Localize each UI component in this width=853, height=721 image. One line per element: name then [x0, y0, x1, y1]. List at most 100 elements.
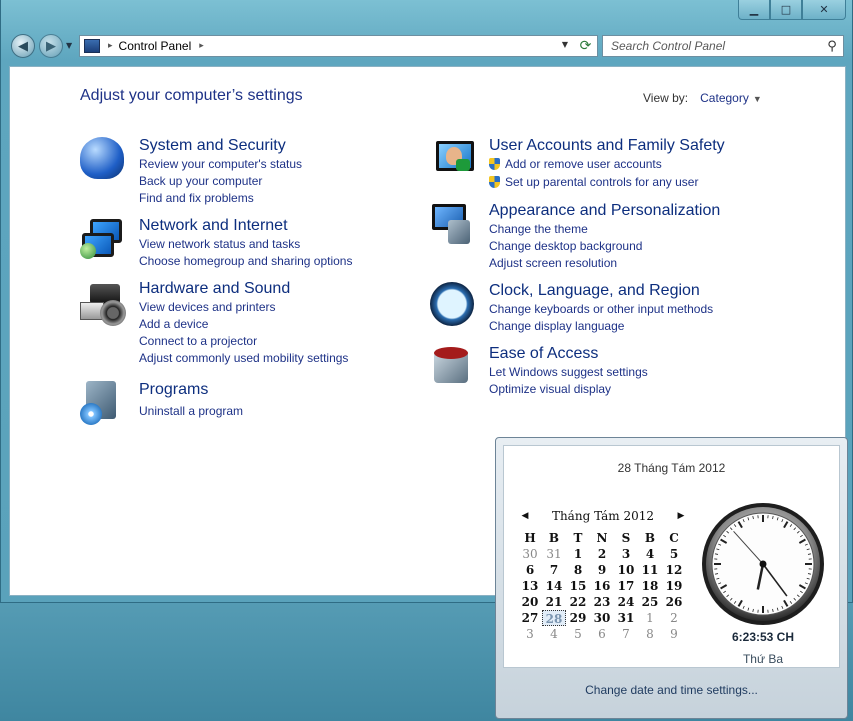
- view-by-value[interactable]: Category: [700, 91, 749, 105]
- category-title[interactable]: Programs: [139, 381, 243, 399]
- calendar-day[interactable]: 11: [638, 562, 662, 578]
- category-title[interactable]: User Accounts and Family Safety: [489, 137, 725, 155]
- network-icon[interactable]: [80, 217, 130, 267]
- category-title[interactable]: Clock, Language, and Region: [489, 282, 713, 300]
- calendar-day[interactable]: 27: [518, 610, 542, 626]
- calendar-day[interactable]: 2: [590, 546, 614, 562]
- calendar-day[interactable]: 9: [590, 562, 614, 578]
- close-button[interactable]: ✕: [802, 0, 846, 20]
- hardware-sound-icon[interactable]: [80, 280, 130, 330]
- calendar-day[interactable]: 18: [638, 578, 662, 594]
- link-mobility[interactable]: Adjust commonly used mobility settings: [139, 350, 348, 367]
- calendar-day[interactable]: 14: [542, 578, 566, 594]
- calendar-day[interactable]: 21: [542, 594, 566, 610]
- link-add-device[interactable]: Add a device: [139, 316, 348, 333]
- calendar-day[interactable]: 6: [518, 562, 542, 578]
- link-backup[interactable]: Back up your computer: [139, 173, 302, 190]
- appearance-icon[interactable]: [430, 202, 480, 252]
- maximize-button[interactable]: □: [770, 0, 802, 20]
- calendar-day[interactable]: 24: [614, 594, 638, 610]
- change-date-time-link[interactable]: Change date and time settings...: [496, 683, 847, 697]
- calendar-day[interactable]: 12: [662, 562, 686, 578]
- calendar-day[interactable]: 31: [542, 546, 566, 562]
- calendar-day[interactable]: 17: [614, 578, 638, 594]
- calendar-day[interactable]: 10: [614, 562, 638, 578]
- link-suggest-settings[interactable]: Let Windows suggest settings: [489, 364, 648, 381]
- next-month-icon[interactable]: ▶: [674, 511, 688, 521]
- calendar-day[interactable]: 5: [662, 546, 686, 562]
- recent-pages-dropdown-icon[interactable]: ▼: [66, 41, 72, 50]
- long-date[interactable]: 28 Tháng Tám 2012: [504, 461, 839, 475]
- calendar-month-label[interactable]: Tháng Tám 2012: [552, 509, 654, 523]
- back-button[interactable]: ◀: [11, 34, 35, 58]
- calendar-day[interactable]: 29: [566, 610, 590, 626]
- calendar-day[interactable]: 22: [566, 594, 590, 610]
- calendar-day[interactable]: 1: [638, 610, 662, 626]
- forward-button[interactable]: ▶: [39, 34, 63, 58]
- breadcrumb-chevron-icon[interactable]: ▸: [108, 41, 113, 51]
- ease-of-access-icon[interactable]: [430, 345, 480, 395]
- link-desktop-background[interactable]: Change desktop background: [489, 238, 720, 255]
- category-appearance: Appearance and Personalization Change th…: [430, 202, 720, 272]
- link-change-theme[interactable]: Change the theme: [489, 221, 720, 238]
- user-accounts-icon[interactable]: [430, 137, 480, 187]
- category-title[interactable]: Ease of Access: [489, 345, 648, 363]
- calendar-day[interactable]: 4: [638, 546, 662, 562]
- calendar-day[interactable]: 7: [542, 562, 566, 578]
- link-add-remove-users[interactable]: Add or remove user accounts: [489, 156, 725, 173]
- category-title[interactable]: System and Security: [139, 137, 302, 155]
- calendar-day[interactable]: 30: [590, 610, 614, 626]
- link-devices-printers[interactable]: View devices and printers: [139, 299, 348, 316]
- category-title[interactable]: Network and Internet: [139, 217, 352, 235]
- calendar-day[interactable]: 20: [518, 594, 542, 610]
- calendar-day[interactable]: 6: [590, 626, 614, 642]
- calendar-day[interactable]: 3: [518, 626, 542, 642]
- search-icon[interactable]: ⚲: [821, 39, 843, 54]
- view-by-dropdown[interactable]: Category ▼: [700, 91, 762, 105]
- calendar-day[interactable]: 28: [542, 610, 566, 626]
- calendar-day[interactable]: 26: [662, 594, 686, 610]
- breadcrumb-chevron-icon[interactable]: ▸: [199, 41, 204, 51]
- calendar-day[interactable]: 5: [566, 626, 590, 642]
- calendar-day[interactable]: 2: [662, 610, 686, 626]
- address-dropdown-icon[interactable]: ▼: [562, 40, 568, 49]
- link-screen-resolution[interactable]: Adjust screen resolution: [489, 255, 720, 272]
- link-display-language[interactable]: Change display language: [489, 318, 713, 335]
- programs-icon[interactable]: [80, 381, 130, 431]
- category-title[interactable]: Appearance and Personalization: [489, 202, 720, 220]
- link-optimize-display[interactable]: Optimize visual display: [489, 381, 648, 398]
- link-review-status[interactable]: Review your computer's status: [139, 156, 302, 173]
- minimize-button[interactable]: ▁: [738, 0, 770, 20]
- calendar-day[interactable]: 8: [638, 626, 662, 642]
- calendar-day[interactable]: 9: [662, 626, 686, 642]
- refresh-button[interactable]: ⟳: [574, 35, 598, 57]
- calendar-day[interactable]: 13: [518, 578, 542, 594]
- calendar-day[interactable]: 1: [566, 546, 590, 562]
- breadcrumb-control-panel[interactable]: Control Panel: [119, 39, 192, 53]
- link-projector[interactable]: Connect to a projector: [139, 333, 348, 350]
- calendar-day[interactable]: 25: [638, 594, 662, 610]
- calendar-day[interactable]: 8: [566, 562, 590, 578]
- category-title[interactable]: Hardware and Sound: [139, 280, 348, 298]
- system-security-icon[interactable]: [80, 137, 130, 187]
- link-homegroup[interactable]: Choose homegroup and sharing options: [139, 253, 352, 270]
- calendar-day[interactable]: 23: [590, 594, 614, 610]
- address-bar[interactable]: ▸ Control Panel ▸ ▼: [79, 35, 579, 57]
- link-uninstall[interactable]: Uninstall a program: [139, 403, 243, 420]
- chevron-down-icon[interactable]: ▼: [753, 94, 762, 104]
- calendar-day[interactable]: 19: [662, 578, 686, 594]
- link-network-status[interactable]: View network status and tasks: [139, 236, 352, 253]
- calendar-day[interactable]: 3: [614, 546, 638, 562]
- clock-icon[interactable]: [430, 282, 480, 332]
- calendar-day[interactable]: 15: [566, 578, 590, 594]
- search-input[interactable]: [611, 39, 821, 53]
- calendar-day[interactable]: 30: [518, 546, 542, 562]
- calendar-day[interactable]: 16: [590, 578, 614, 594]
- calendar-day[interactable]: 4: [542, 626, 566, 642]
- link-parental-controls[interactable]: Set up parental controls for any user: [489, 174, 725, 191]
- link-keyboards[interactable]: Change keyboards or other input methods: [489, 301, 713, 318]
- prev-month-icon[interactable]: ◀: [518, 511, 532, 521]
- calendar-day[interactable]: 31: [614, 610, 638, 626]
- calendar-day[interactable]: 7: [614, 626, 638, 642]
- link-find-fix[interactable]: Find and fix problems: [139, 190, 302, 207]
